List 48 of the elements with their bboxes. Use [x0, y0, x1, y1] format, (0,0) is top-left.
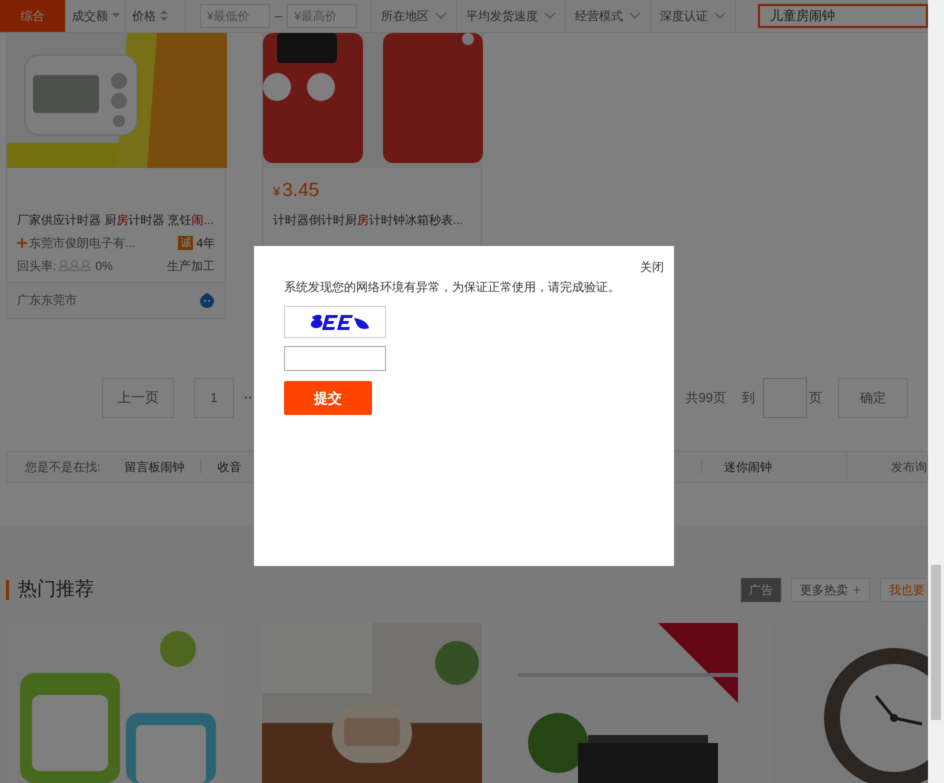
- filter-dropdown[interactable]: 所在地区: [372, 0, 458, 32]
- confirm-button[interactable]: 确定: [838, 378, 908, 418]
- page-total: 共99页: [686, 388, 726, 407]
- page-ellipsis: ··: [244, 388, 253, 407]
- sort-tab[interactable]: 成交额: [66, 0, 126, 32]
- search-field[interactable]: 儿童房闹钟: [758, 4, 928, 28]
- section-title: 热门推荐: [18, 578, 94, 602]
- sort-icon: [160, 10, 168, 22]
- chat-icon: [199, 292, 215, 308]
- chevron-icon: [544, 12, 556, 20]
- goto-label: 到: [742, 388, 755, 407]
- page-number-field[interactable]: [763, 378, 807, 418]
- price-separator: –: [275, 7, 282, 25]
- repeat-rate-label: 回头率:: [17, 258, 56, 274]
- suggestion-link[interactable]: 收音: [217, 458, 242, 476]
- suggestion-link[interactable]: 迷你闹钟: [724, 458, 772, 476]
- business-type: 生产加工: [167, 258, 215, 274]
- location-text: 广东东莞市: [17, 292, 77, 309]
- filter-dropdown[interactable]: 平均发货速度: [457, 0, 566, 32]
- dialog-message: 系统发现您的网络环境有异常，为保证正常使用，请完成验证。: [284, 279, 621, 296]
- credit-years: 4年: [196, 234, 215, 252]
- captcha-answer-field[interactable]: [284, 346, 386, 371]
- page-button[interactable]: 1: [194, 378, 234, 418]
- product-title-link[interactable]: 厂家供应计时器 厨房计时器 烹饪闹...: [7, 208, 225, 232]
- publish-inquiry-button[interactable]: 发布询: [846, 452, 927, 482]
- prev-page-button[interactable]: 上一页: [102, 378, 174, 418]
- ad-label: 广告: [741, 578, 782, 602]
- product-title-link[interactable]: 计时器倒计时厨房计时钟冰箱秒表...: [263, 208, 481, 232]
- plus-icon: [17, 238, 27, 248]
- sort-tab[interactable]: 综合: [0, 0, 66, 32]
- product-price: ¥3.45: [273, 179, 320, 203]
- sort-tab[interactable]: 价格: [126, 0, 186, 32]
- suggestion-link[interactable]: 留言板闹钟: [124, 458, 184, 476]
- suggestion-label: 您是不是在找:: [25, 458, 100, 476]
- caret-icon: [112, 13, 120, 18]
- join-button[interactable]: 我也要: [880, 578, 928, 602]
- company-link[interactable]: 东莞市俊朗电子有...: [29, 234, 136, 252]
- filter-dropdown[interactable]: 经营模式: [566, 0, 652, 32]
- chevron-icon: [435, 12, 448, 20]
- submit-button[interactable]: 提交: [284, 381, 372, 415]
- chevron-icon: [714, 12, 726, 20]
- credit-badge: 诚: [178, 236, 194, 250]
- repeat-rate: 0%: [95, 258, 113, 274]
- filter-dropdown[interactable]: 深度认证: [651, 0, 736, 32]
- close-button[interactable]: 关闭: [640, 258, 664, 276]
- chevron-icon: [629, 12, 642, 20]
- more-hot-button[interactable]: 更多热卖 +: [791, 578, 870, 602]
- page-unit-label: 页: [809, 388, 822, 407]
